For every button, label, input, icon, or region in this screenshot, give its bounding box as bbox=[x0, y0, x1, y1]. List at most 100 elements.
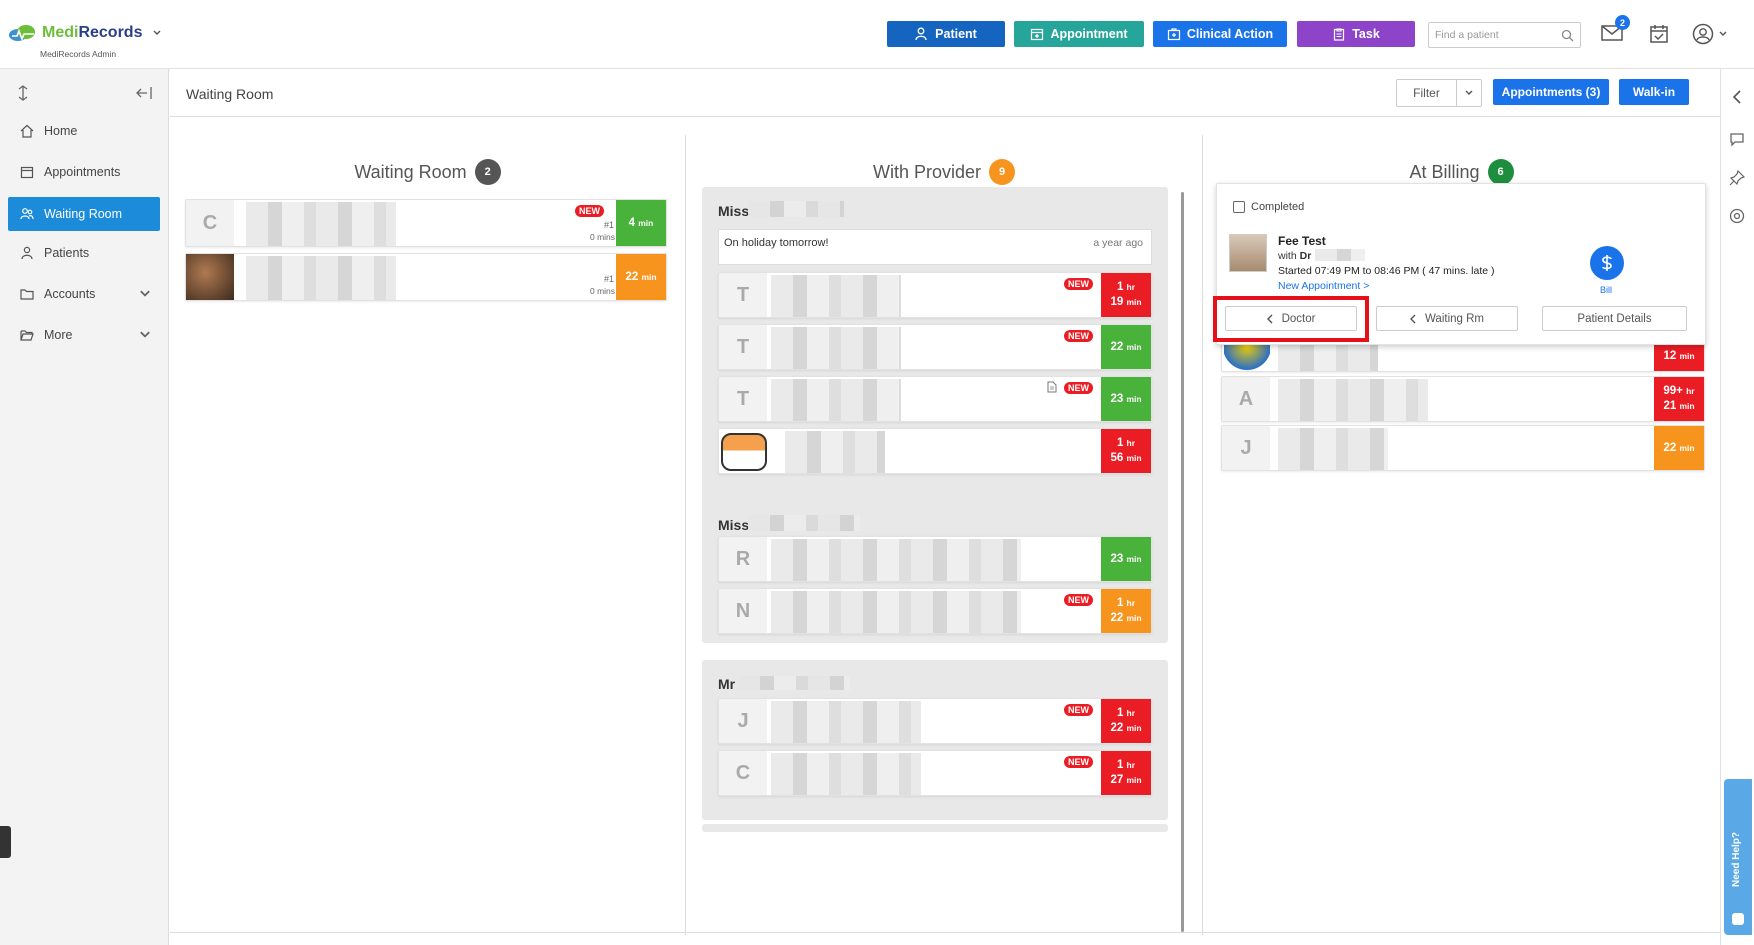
patient-card[interactable]: N NEW 1 hr 22 min bbox=[718, 588, 1152, 634]
highlight-box bbox=[1213, 296, 1369, 342]
patient-initial: C bbox=[186, 200, 234, 246]
patient-card[interactable]: #1 0 mins 22 min bbox=[185, 253, 667, 301]
redacted-patient-info bbox=[246, 256, 396, 300]
bill-label: Bill bbox=[1600, 285, 1613, 295]
chevron-down-icon bbox=[140, 290, 150, 297]
redacted-patient-info bbox=[771, 753, 921, 795]
patient-card[interactable]: 1 hr 56 min bbox=[718, 428, 1152, 474]
wait-timer: 1 hr 56 min bbox=[1101, 429, 1151, 473]
user-menu[interactable] bbox=[1692, 23, 1728, 45]
pin-icon[interactable] bbox=[1729, 170, 1745, 186]
mail-button[interactable]: 2 bbox=[1601, 15, 1630, 44]
chat-icon[interactable] bbox=[1729, 131, 1745, 147]
bill-button[interactable] bbox=[1590, 246, 1624, 280]
redacted-provider-name bbox=[748, 201, 844, 217]
redacted-patient-info bbox=[771, 275, 901, 317]
wait-timer: 23 min bbox=[1101, 377, 1151, 421]
queue-order: #1 bbox=[604, 274, 615, 284]
clipboard-icon bbox=[1334, 28, 1345, 41]
side-tab-handle[interactable] bbox=[0, 826, 11, 858]
task-button[interactable]: Task bbox=[1297, 21, 1415, 47]
column-divider bbox=[1202, 135, 1203, 935]
billing-column-title: At Billing 6 bbox=[1203, 159, 1720, 185]
completed-checkbox[interactable]: Completed bbox=[1233, 201, 1304, 213]
top-bar: MediRecords MediRecords Admin Patient Ap… bbox=[0, 0, 1754, 69]
note-time: a year ago bbox=[1093, 237, 1143, 249]
redacted-patient-info bbox=[785, 431, 885, 473]
wait-timer: 23 min bbox=[1101, 537, 1151, 581]
calendar-icon bbox=[20, 166, 34, 179]
patient-card[interactable]: T NEW 23 min bbox=[718, 376, 1152, 422]
patient-initial: C bbox=[719, 751, 767, 795]
filter-chevron[interactable] bbox=[1457, 80, 1481, 106]
app-subtitle: MediRecords Admin bbox=[40, 49, 117, 59]
waiting-count-badge: 2 bbox=[474, 159, 501, 185]
appointment-button[interactable]: Appointment bbox=[1014, 21, 1144, 47]
patient-details-button[interactable]: Patient Details bbox=[1542, 306, 1687, 331]
provider-name: Mr bbox=[718, 676, 736, 692]
patient-initial: T bbox=[719, 325, 767, 369]
chevron-down-icon[interactable] bbox=[152, 28, 162, 38]
search-icon[interactable] bbox=[1561, 29, 1574, 42]
patient-card[interactable]: A 99+ hr 21 min bbox=[1221, 376, 1705, 422]
mail-count-badge: 2 bbox=[1615, 15, 1630, 30]
sidebar-item-home[interactable]: Home bbox=[8, 114, 160, 148]
dollar-icon bbox=[1602, 255, 1612, 271]
find-patient-input[interactable]: Find a patient bbox=[1428, 22, 1581, 48]
patient-card[interactable]: T NEW 22 min bbox=[718, 324, 1152, 370]
appointments-count-button[interactable]: Appointments (3) bbox=[1493, 79, 1609, 105]
provider-note: On holiday tomorrow! a year ago bbox=[718, 229, 1152, 265]
waiting-room-board: Waiting Room 2 C NEW #1 0 mins 4 min #1 … bbox=[170, 117, 1720, 945]
patient-initial: J bbox=[719, 699, 767, 743]
cloud-logo-icon bbox=[9, 25, 35, 42]
patient-card[interactable]: J NEW 1 hr 22 min bbox=[718, 698, 1152, 744]
people-icon bbox=[20, 208, 34, 220]
filter-dropdown[interactable]: Filter bbox=[1396, 79, 1482, 107]
collapse-sidebar-icon[interactable] bbox=[136, 86, 152, 100]
wait-timer: 4 min bbox=[616, 200, 666, 246]
patient-card[interactable]: R 23 min bbox=[718, 536, 1152, 582]
patient-card[interactable]: J 22 min bbox=[1221, 425, 1705, 471]
chevron-left-icon[interactable] bbox=[1729, 89, 1745, 105]
sidebar-item-waiting-room[interactable]: Waiting Room bbox=[8, 197, 160, 231]
app-logo[interactable]: MediRecords bbox=[8, 24, 162, 42]
at-sign-icon[interactable] bbox=[1729, 208, 1745, 224]
provider-line: with Dr bbox=[1278, 250, 1312, 262]
redacted-provider-name bbox=[748, 515, 860, 531]
patient-button[interactable]: Patient bbox=[887, 21, 1005, 47]
patient-initial: T bbox=[719, 377, 767, 421]
walk-in-button[interactable]: Walk-in bbox=[1619, 79, 1689, 105]
sidebar-item-accounts[interactable]: Accounts bbox=[8, 277, 160, 311]
patient-card[interactable]: T NEW 1 hr 19 min bbox=[718, 272, 1152, 318]
patient-initial: J bbox=[1222, 426, 1270, 470]
sidebar-item-patients[interactable]: Patients bbox=[8, 236, 160, 270]
new-appointment-link[interactable]: New Appointment > bbox=[1278, 280, 1369, 292]
app-name: MediRecords bbox=[42, 24, 143, 41]
calendar-check-icon[interactable] bbox=[1649, 24, 1669, 44]
patient-initial: T bbox=[719, 273, 767, 317]
patient-name: Fee Test bbox=[1278, 234, 1326, 248]
need-help-tab[interactable]: Need Help? bbox=[1724, 779, 1752, 935]
queue-order: #1 bbox=[604, 220, 615, 230]
clinical-action-button[interactable]: Clinical Action bbox=[1153, 21, 1287, 47]
appointment-time: Started 07:49 PM to 08:46 PM ( 47 mins. … bbox=[1278, 265, 1495, 277]
document-icon[interactable] bbox=[1047, 381, 1057, 393]
page-header: Waiting Room Filter Appointments (3) Wal… bbox=[170, 69, 1720, 117]
redacted-patient-info bbox=[771, 539, 1021, 581]
provider-group bbox=[702, 824, 1168, 832]
patient-card[interactable]: C NEW 1 hr 27 min bbox=[718, 750, 1152, 796]
column-divider bbox=[685, 135, 686, 935]
provider-name: Miss bbox=[718, 203, 750, 219]
redacted-provider-name bbox=[738, 676, 850, 690]
help-chat-icon bbox=[1732, 913, 1744, 925]
resize-vertical-icon[interactable] bbox=[17, 85, 29, 101]
sidebar-item-more[interactable]: More bbox=[8, 318, 160, 352]
scrollbar[interactable] bbox=[1181, 192, 1184, 932]
sidebar-item-appointments[interactable]: Appointments bbox=[8, 155, 160, 189]
checkbox-box[interactable] bbox=[1233, 201, 1245, 213]
right-rail: Need Help? bbox=[1720, 69, 1754, 945]
add-person-icon bbox=[915, 27, 927, 41]
move-to-waiting-button[interactable]: Waiting Rm bbox=[1376, 306, 1518, 331]
patient-card[interactable]: C NEW #1 0 mins 4 min bbox=[185, 199, 667, 247]
sidebar: Home Appointments Waiting Room Patients … bbox=[0, 69, 169, 945]
